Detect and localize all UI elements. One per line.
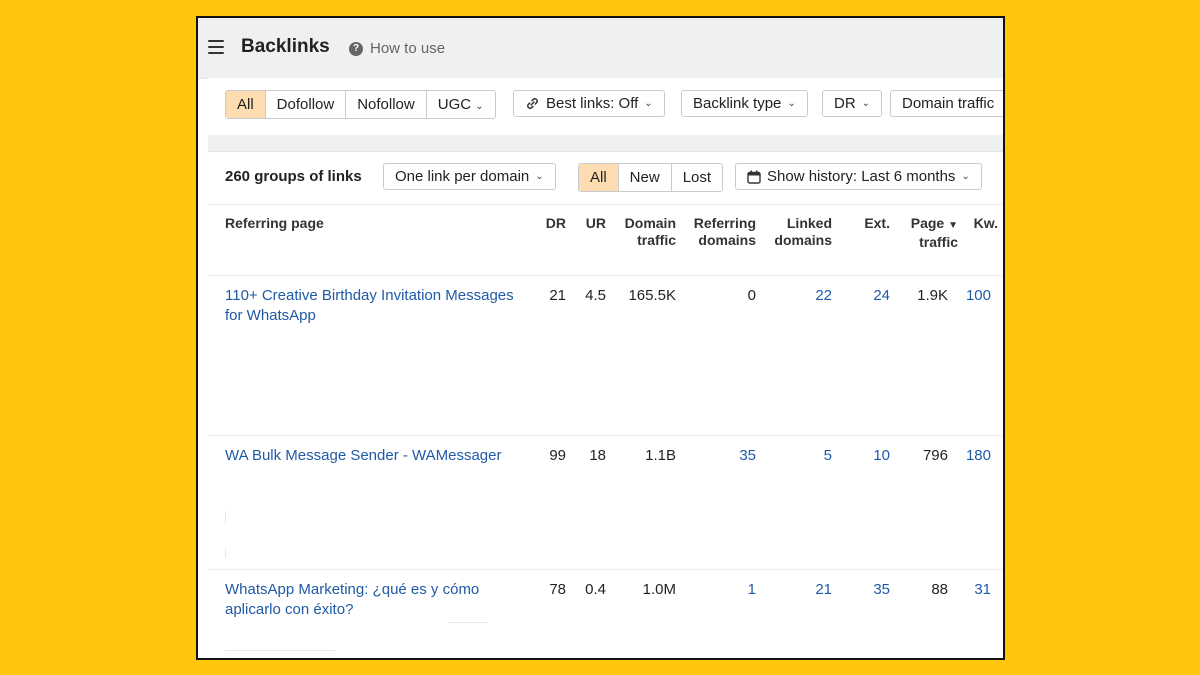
col-page-traffic[interactable]: Page ▼ traffic <box>911 215 958 251</box>
table-row: WA Bulk Message Sender - WAMessager 99 1… <box>208 436 1003 570</box>
app-frame: Backlinks ? How to use All Dofollow Nofo… <box>196 16 1005 660</box>
backlink-type-label: Backlink type <box>693 95 782 112</box>
cell-dr: 21 <box>549 287 566 304</box>
cell-kw[interactable]: 100 <box>966 286 991 306</box>
status-new[interactable]: New <box>618 164 672 191</box>
link-type-ugc-label: UGC <box>437 96 472 113</box>
cell-ext[interactable]: 24 <box>873 286 890 306</box>
link-type-dofollow[interactable]: Dofollow <box>265 91 347 118</box>
grouping-dropdown[interactable]: One link per domain ⌄ <box>383 163 556 190</box>
calendar-icon <box>747 170 761 184</box>
cell-dr: 78 <box>549 581 566 598</box>
col-linked-domains-line2: domains <box>774 232 832 248</box>
col-referring-domains-line2: domains <box>698 232 756 248</box>
link-icon <box>527 98 538 109</box>
results-toolbar: 260 groups of links One link per domain … <box>208 152 1003 205</box>
backlink-type-dropdown[interactable]: Backlink type ⌄ <box>681 90 808 117</box>
cell-referring-domains: 0 <box>747 287 756 304</box>
top-bar: Backlinks ? How to use <box>198 18 1003 79</box>
referring-page-link[interactable]: WhatsApp Marketing: ¿qué es y cómo aplic… <box>225 580 525 620</box>
cell-kw[interactable]: 180 <box>966 446 991 466</box>
cell-linked-domains[interactable]: 5 <box>824 446 832 466</box>
col-domain-traffic-line1: Domain <box>624 215 676 231</box>
cell-kw[interactable]: 31 <box>974 580 991 600</box>
link-type-all[interactable]: All <box>226 91 266 118</box>
chevron-down-icon: ⌄ <box>475 101 484 112</box>
cell-linked-domains[interactable]: 21 <box>815 580 832 600</box>
link-type-ugc[interactable]: UGC ⌄ <box>426 91 495 118</box>
col-referring-domains[interactable]: Referring domains <box>694 215 756 249</box>
best-links-dropdown[interactable]: Best links: Off ⌄ <box>513 90 665 117</box>
col-referring-domains-line1: Referring <box>693 215 756 231</box>
filter-bar: All Dofollow Nofollow UGC ⌄ Best links: … <box>208 78 1003 135</box>
cell-ur: 0.4 <box>585 581 606 598</box>
dr-label: DR <box>834 95 856 112</box>
col-domain-traffic-line2: traffic <box>637 232 676 248</box>
col-linked-domains[interactable]: Linked domains <box>774 215 832 249</box>
status-all[interactable]: All <box>579 164 619 191</box>
col-ext[interactable]: Ext. <box>864 215 890 232</box>
chevron-down-icon: ⌄ <box>787 98 796 109</box>
faded-line <box>225 650 335 651</box>
cell-page-traffic: 1.9K <box>917 287 948 304</box>
chevron-down-icon: ⌄ <box>644 98 653 109</box>
col-ur[interactable]: UR <box>586 215 606 232</box>
cell-referring-domains[interactable]: 35 <box>739 446 756 466</box>
chevron-down-icon: ⌄ <box>535 171 544 182</box>
how-to-use-link[interactable]: ? How to use <box>349 40 445 57</box>
show-history-label: Show history: Last 6 months <box>767 168 956 185</box>
sort-desc-icon: ▼ <box>948 220 958 231</box>
domain-traffic-dropdown[interactable]: Domain traffic <box>890 90 1003 117</box>
faded-line <box>225 548 226 558</box>
cell-linked-domains[interactable]: 22 <box>815 286 832 306</box>
cell-referring-domains[interactable]: 1 <box>748 580 756 600</box>
dr-dropdown[interactable]: DR ⌄ <box>822 90 883 117</box>
link-type-nofollow[interactable]: Nofollow <box>346 91 427 118</box>
chevron-down-icon: ⌄ <box>861 98 871 109</box>
cell-ext[interactable]: 10 <box>873 446 890 466</box>
cell-ur: 4.5 <box>585 287 606 304</box>
cell-domain-traffic: 165.5K <box>628 287 676 304</box>
status-lost[interactable]: Lost <box>671 164 723 191</box>
page-title: Backlinks <box>241 36 330 57</box>
col-page-traffic-line1: Page <box>910 215 945 231</box>
faded-line <box>448 622 488 623</box>
cell-domain-traffic: 1.0M <box>642 581 676 598</box>
grouping-label: One link per domain <box>395 168 530 185</box>
show-history-dropdown[interactable]: Show history: Last 6 months ⌄ <box>735 163 982 190</box>
cell-ur: 18 <box>589 447 606 464</box>
menu-icon[interactable] <box>208 40 224 54</box>
col-page-traffic-line2: traffic <box>919 234 958 250</box>
col-linked-domains-line1: Linked <box>786 215 832 231</box>
col-kw[interactable]: Kw. <box>974 215 998 232</box>
how-to-use-label: How to use <box>370 40 446 57</box>
link-type-segment: All Dofollow Nofollow UGC ⌄ <box>225 90 496 119</box>
table-row: 110+ Creative Birthday Invitation Messag… <box>208 276 1003 436</box>
section-divider <box>208 135 1003 152</box>
status-segment: All New Lost <box>578 163 724 192</box>
table-header: Referring page DR UR Domain traffic Refe… <box>208 205 1003 276</box>
referring-page-link[interactable]: 110+ Creative Birthday Invitation Messag… <box>225 286 525 326</box>
col-domain-traffic[interactable]: Domain traffic <box>625 215 676 249</box>
cell-dr: 99 <box>549 447 566 464</box>
table-row: WhatsApp Marketing: ¿qué es y cómo aplic… <box>208 570 1003 658</box>
cell-page-traffic: 88 <box>931 581 948 598</box>
best-links-label: Best links: Off <box>546 95 639 112</box>
faded-line <box>225 511 226 523</box>
domain-traffic-label: Domain traffic <box>902 95 995 112</box>
chevron-down-icon: ⌄ <box>961 171 970 182</box>
groups-count: 260 groups of links <box>225 168 362 185</box>
col-dr[interactable]: DR <box>546 215 566 232</box>
col-referring-page[interactable]: Referring page <box>225 215 324 232</box>
help-icon: ? <box>349 41 363 56</box>
cell-page-traffic: 796 <box>922 447 948 464</box>
referring-page-link[interactable]: WA Bulk Message Sender - WAMessager <box>225 446 535 466</box>
cell-ext[interactable]: 35 <box>873 580 890 600</box>
cell-domain-traffic: 1.1B <box>645 447 676 464</box>
